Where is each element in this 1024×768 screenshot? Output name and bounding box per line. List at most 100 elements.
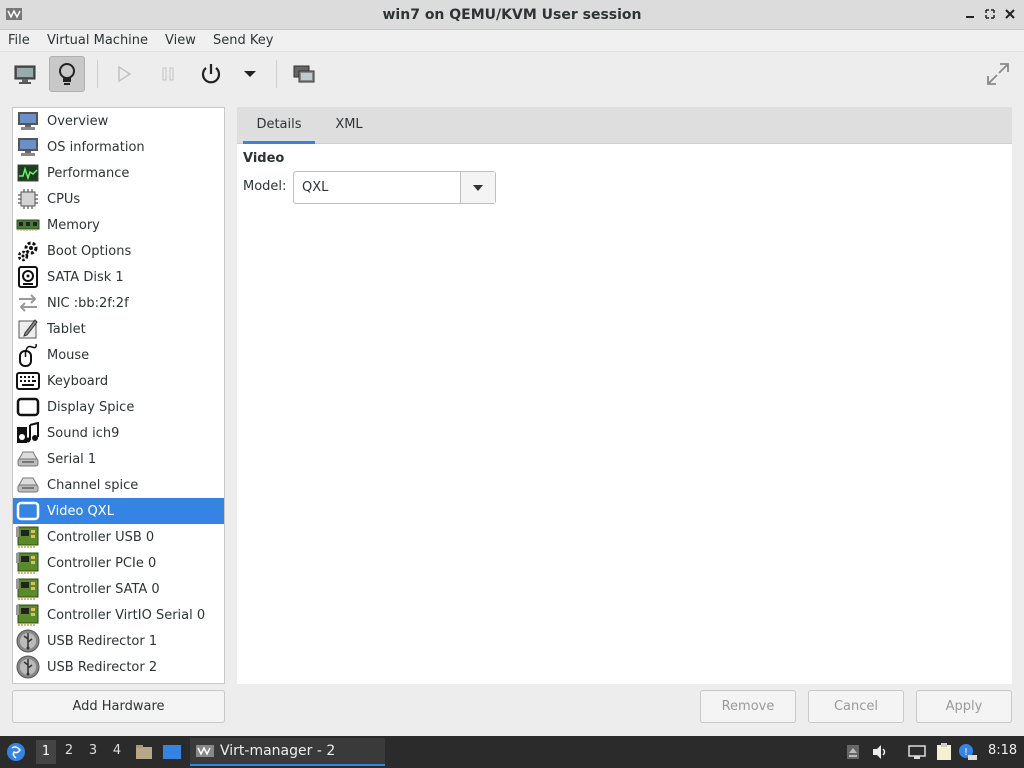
- cancel-button[interactable]: Cancel: [808, 690, 904, 723]
- sound-icon: [15, 421, 41, 445]
- menu-send-key[interactable]: Send Key: [213, 33, 273, 48]
- chevron-down-icon[interactable]: [460, 172, 495, 203]
- sidebar-item-sata-disk-1[interactable]: SATA Disk 1: [13, 264, 224, 290]
- file-manager-icon[interactable]: [134, 742, 154, 762]
- app-icon: [196, 745, 214, 757]
- desktop-2[interactable]: 2: [61, 743, 77, 758]
- serial-port-icon: [15, 447, 41, 471]
- desktop-3[interactable]: 3: [85, 743, 101, 758]
- sidebar-item-label: Overview: [47, 113, 109, 129]
- tab-details[interactable]: Details: [243, 107, 315, 144]
- sidebar-item-controller-virtio-serial-0[interactable]: Controller VirtIO Serial 0: [13, 602, 224, 628]
- details-panel: Details XML Video Model: QXL: [237, 107, 1012, 684]
- keyboard-icon: [15, 369, 41, 393]
- task-label: Virt-manager - 2 wind…: [220, 743, 336, 759]
- sidebar-item-boot-options[interactable]: Boot Options: [13, 238, 224, 264]
- channel-icon: [15, 473, 41, 497]
- sidebar-item-label: NIC :bb:2f:2f: [47, 295, 129, 311]
- taskbar-task-virt-manager[interactable]: Virt-manager - 2 wind…: [190, 738, 385, 766]
- sidebar-item-display-spice[interactable]: Display Spice: [13, 394, 224, 420]
- lightbulb-icon: [59, 63, 75, 85]
- svg-text:!: !: [964, 747, 968, 758]
- tab-xml[interactable]: XML: [321, 107, 377, 144]
- sidebar-item-overview[interactable]: Overview: [13, 108, 224, 134]
- snapshots-button[interactable]: [286, 56, 322, 92]
- sidebar-item-label: Sound ich9: [47, 425, 120, 441]
- sidebar-item-label: Controller SATA 0: [47, 581, 160, 597]
- start-menu-icon[interactable]: [6, 742, 26, 762]
- sidebar-item-label: Tablet: [47, 321, 86, 337]
- controller-card-icon: [15, 525, 41, 549]
- sidebar-item-label: Mouse: [47, 347, 90, 363]
- usb-icon: [15, 655, 41, 679]
- usb-icon: [15, 629, 41, 653]
- network-icon[interactable]: [907, 742, 927, 762]
- sidebar-item-memory[interactable]: Memory: [13, 212, 224, 238]
- model-value: QXL: [302, 180, 329, 195]
- sidebar-item-channel-spice[interactable]: Channel spice: [13, 472, 224, 498]
- menu-virtual-machine[interactable]: Virtual Machine: [47, 33, 148, 48]
- pause-button[interactable]: [150, 56, 186, 92]
- sidebar-item-os-information[interactable]: OS information: [13, 134, 224, 160]
- sidebar-item-label: Display Spice: [47, 399, 135, 415]
- sidebar-item-controller-pcie-0[interactable]: Controller PCIe 0: [13, 550, 224, 576]
- sidebar-item-label: Performance: [47, 165, 130, 181]
- sidebar-item-serial-1[interactable]: Serial 1: [13, 446, 224, 472]
- console-button[interactable]: [7, 56, 43, 92]
- sidebar-item-label: Controller USB 0: [47, 529, 155, 545]
- add-hardware-button[interactable]: Add Hardware: [12, 690, 225, 723]
- sidebar-item-label: SATA Disk 1: [47, 269, 124, 285]
- toolbar: [0, 52, 1024, 98]
- minimize-icon[interactable]: [962, 7, 978, 23]
- monitor-icon: [15, 135, 41, 159]
- cpu-chip-icon: [15, 187, 41, 211]
- sidebar-item-controller-sata-0[interactable]: Controller SATA 0: [13, 576, 224, 602]
- sidebar-item-usb-redirector-2[interactable]: USB Redirector 2: [13, 654, 224, 680]
- chevron-down-icon: [244, 71, 256, 77]
- sidebar-item-keyboard[interactable]: Keyboard: [13, 368, 224, 394]
- controller-card-icon: [15, 577, 41, 601]
- sidebar-item-tablet[interactable]: Tablet: [13, 316, 224, 342]
- sidebar-item-label: Channel spice: [47, 477, 139, 493]
- section-title: Video: [243, 151, 285, 166]
- apply-button[interactable]: Apply: [916, 690, 1012, 723]
- display-icon: [15, 395, 41, 419]
- shutdown-menu-button[interactable]: [232, 56, 268, 92]
- close-icon[interactable]: [1002, 7, 1018, 23]
- monitor-icon: [15, 109, 41, 133]
- desktop-show-icon[interactable]: [162, 742, 182, 762]
- sidebar-item-usb-redirector-1[interactable]: USB Redirector 1: [13, 628, 224, 654]
- desktop-4[interactable]: 4: [109, 743, 125, 758]
- sidebar-item-mouse[interactable]: Mouse: [13, 342, 224, 368]
- details-button[interactable]: [49, 56, 85, 92]
- run-button[interactable]: [106, 56, 142, 92]
- sidebar-item-label: Boot Options: [47, 243, 132, 259]
- sidebar-item-controller-usb-0[interactable]: Controller USB 0: [13, 524, 224, 550]
- eject-icon[interactable]: [843, 742, 863, 762]
- tablet-pen-icon: [15, 317, 41, 341]
- sidebar-item-video-qxl[interactable]: Video QXL: [13, 498, 224, 524]
- clipboard-icon[interactable]: [934, 742, 954, 762]
- sidebar-item-nic-bb-2f-2f[interactable]: NIC :bb:2f:2f: [13, 290, 224, 316]
- shutdown-button[interactable]: [193, 56, 229, 92]
- menu-view[interactable]: View: [165, 33, 196, 48]
- sidebar-item-sound-ich9[interactable]: Sound ich9: [13, 420, 224, 446]
- sidebar-item-label: USB Redirector 2: [47, 659, 158, 675]
- model-combobox[interactable]: QXL: [293, 171, 496, 204]
- monitor-icon: [14, 65, 36, 84]
- desktop-1[interactable]: 1: [36, 740, 56, 764]
- sidebar-item-label: OS information: [47, 139, 145, 155]
- sidebar-item-cpus[interactable]: CPUs: [13, 186, 224, 212]
- menu-file[interactable]: File: [8, 33, 30, 48]
- play-icon: [118, 65, 132, 83]
- sidebar-item-performance[interactable]: Performance: [13, 160, 224, 186]
- maximize-icon[interactable]: [982, 7, 998, 23]
- remove-button[interactable]: Remove: [700, 690, 796, 723]
- sidebar-item-label: Keyboard: [47, 373, 109, 389]
- volume-icon[interactable]: [870, 742, 890, 762]
- fullscreen-button[interactable]: [980, 56, 1016, 92]
- notification-icon[interactable]: !: [958, 742, 978, 762]
- pause-icon: [162, 67, 174, 81]
- sidebar-item-label: Video QXL: [47, 503, 114, 519]
- fullscreen-icon: [987, 63, 1009, 85]
